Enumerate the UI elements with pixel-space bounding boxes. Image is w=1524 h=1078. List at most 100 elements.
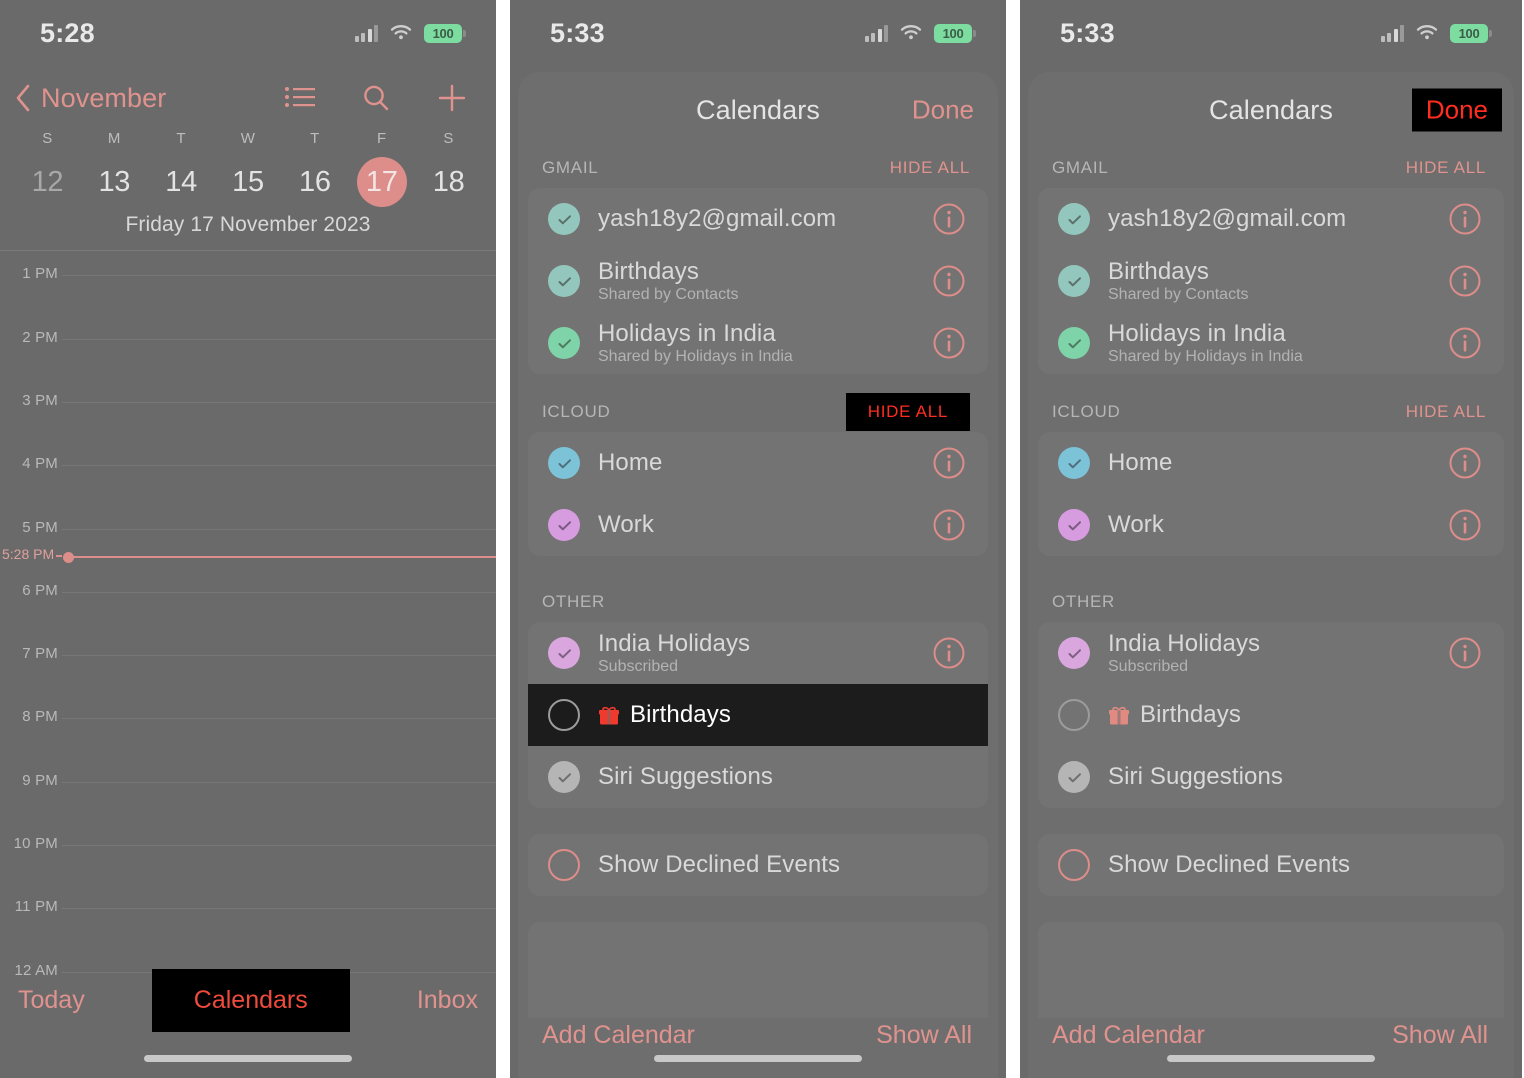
hour-gridline bbox=[62, 782, 496, 783]
hide-all-button[interactable]: HIDE ALL bbox=[845, 393, 970, 431]
show-all-button[interactable]: Show All bbox=[876, 1021, 972, 1050]
date-cell[interactable]: 14 bbox=[148, 157, 215, 207]
checkbox-checked-icon[interactable] bbox=[1058, 327, 1090, 359]
list-item[interactable]: India Holidays Subscribed bbox=[528, 622, 988, 684]
info-icon[interactable] bbox=[932, 326, 966, 360]
calendar-name: Birthdays bbox=[630, 701, 731, 728]
info-icon[interactable] bbox=[1448, 264, 1482, 298]
tab-inbox[interactable]: Inbox bbox=[413, 980, 482, 1021]
home-indicator bbox=[1167, 1055, 1375, 1062]
checkbox-checked-icon[interactable] bbox=[1058, 265, 1090, 297]
list-item[interactable]: yash18y2@gmail.com bbox=[1038, 188, 1504, 250]
panel-gap bbox=[1006, 0, 1020, 1078]
checkbox-unchecked-icon[interactable] bbox=[548, 849, 580, 881]
checkbox-unchecked-icon[interactable] bbox=[548, 699, 580, 731]
show-declined-events-row[interactable]: Show Declined Events bbox=[528, 834, 988, 896]
list-item[interactable]: Siri Suggestions bbox=[528, 746, 988, 808]
info-icon[interactable] bbox=[1448, 202, 1482, 236]
section-title: OTHER bbox=[1052, 592, 1115, 611]
checkbox-checked-icon[interactable] bbox=[1058, 447, 1090, 479]
checkbox-checked-icon[interactable] bbox=[548, 637, 580, 669]
info-icon[interactable] bbox=[932, 636, 966, 670]
add-calendar-button[interactable]: Add Calendar bbox=[1052, 1021, 1205, 1050]
info-icon[interactable] bbox=[932, 202, 966, 236]
done-button[interactable]: Done bbox=[1411, 88, 1502, 132]
calendar-name: Holidays in India bbox=[1108, 320, 1286, 347]
date-cell-selected[interactable]: 17 bbox=[348, 157, 415, 207]
checkbox-checked-icon[interactable] bbox=[1058, 203, 1090, 235]
section-header-gmail: GMAIL HIDE ALL bbox=[518, 148, 998, 188]
status-bar-2: 5:33 100 bbox=[510, 0, 1006, 66]
tab-calendars[interactable]: Calendars bbox=[151, 969, 350, 1032]
list-item[interactable]: Siri Suggestions bbox=[1038, 746, 1504, 808]
list-item[interactable]: India Holidays Subscribed bbox=[1038, 622, 1504, 684]
battery-level: 100 bbox=[432, 25, 454, 41]
date-number: 14 bbox=[165, 166, 197, 198]
checkbox-checked-icon[interactable] bbox=[548, 509, 580, 541]
checkbox-checked-icon[interactable] bbox=[548, 447, 580, 479]
hour-label: 8 PM bbox=[22, 708, 58, 725]
date-cell[interactable]: 15 bbox=[215, 157, 282, 207]
info-icon[interactable] bbox=[932, 264, 966, 298]
show-all-button[interactable]: Show All bbox=[1392, 1021, 1488, 1050]
day-timeline[interactable]: 1 PM 2 PM 3 PM 4 PM 5 PM 5:28 PM 6 PM 7 … bbox=[0, 251, 496, 979]
date-cell[interactable]: 12 bbox=[14, 157, 81, 207]
show-declined-events-row[interactable]: Show Declined Events bbox=[1038, 834, 1504, 896]
checkbox-checked-icon[interactable] bbox=[1058, 761, 1090, 793]
calendars-sheet: Calendars Done GMAIL HIDE ALL yash18y2@g… bbox=[1028, 72, 1514, 1078]
list-item[interactable]: Holidays in India Shared by Holidays in I… bbox=[528, 312, 988, 374]
list-item[interactable]: Work bbox=[1038, 494, 1504, 556]
checkbox-unchecked-icon[interactable] bbox=[1058, 699, 1090, 731]
info-icon[interactable] bbox=[932, 446, 966, 480]
checkbox-checked-icon[interactable] bbox=[548, 327, 580, 359]
hide-all-button[interactable]: HIDE ALL bbox=[890, 158, 970, 178]
hour-gridline bbox=[62, 339, 496, 340]
section-header-other: OTHER bbox=[518, 582, 998, 622]
hide-all-button[interactable]: HIDE ALL bbox=[1406, 158, 1486, 178]
cellular-signal-icon bbox=[1380, 24, 1404, 42]
list-item[interactable]: yash18y2@gmail.com bbox=[528, 188, 988, 250]
battery-level: 100 bbox=[1458, 25, 1480, 41]
list-item[interactable]: Work bbox=[528, 494, 988, 556]
info-icon[interactable] bbox=[932, 508, 966, 542]
checkbox-checked-icon[interactable] bbox=[1058, 509, 1090, 541]
checkbox-checked-icon[interactable] bbox=[1058, 637, 1090, 669]
list-item[interactable]: Birthdays Shared by Contacts bbox=[1038, 250, 1504, 312]
plus-icon[interactable] bbox=[434, 80, 470, 116]
info-icon[interactable] bbox=[1448, 326, 1482, 360]
list-view-icon[interactable] bbox=[282, 80, 318, 116]
panel-day-view: 5:28 100 November S M T W T F S 12 13 14… bbox=[0, 0, 496, 1078]
date-cell[interactable]: 18 bbox=[415, 157, 482, 207]
month-label: November bbox=[41, 82, 167, 113]
add-calendar-button[interactable]: Add Calendar bbox=[542, 1021, 695, 1050]
date-cell[interactable]: 13 bbox=[81, 157, 148, 207]
checkbox-checked-icon[interactable] bbox=[548, 203, 580, 235]
list-item[interactable]: Holidays in India Shared by Holidays in I… bbox=[1038, 312, 1504, 374]
calendars-sheet: Calendars Done GMAIL HIDE ALL yash18y2@g… bbox=[518, 72, 998, 1078]
calendar-text: Siri Suggestions bbox=[598, 763, 966, 791]
hour-gridline bbox=[62, 908, 496, 909]
list-item[interactable]: Home bbox=[1038, 432, 1504, 494]
calendar-group-other: India Holidays Subscribed Birthdays Siri … bbox=[1038, 622, 1504, 808]
list-item[interactable]: Birthdays Shared by Contacts bbox=[528, 250, 988, 312]
list-item[interactable]: Home bbox=[528, 432, 988, 494]
weekday-label: F bbox=[376, 130, 387, 147]
date-cell[interactable]: 16 bbox=[281, 157, 348, 207]
tab-today[interactable]: Today bbox=[14, 980, 89, 1021]
done-button[interactable]: Done bbox=[912, 95, 974, 126]
checkbox-checked-icon[interactable] bbox=[548, 265, 580, 297]
calendar-group-gmail: yash18y2@gmail.com Birthdays Shared by Co… bbox=[1038, 188, 1504, 374]
back-to-month-button[interactable]: November bbox=[14, 83, 166, 114]
checkbox-checked-icon[interactable] bbox=[548, 761, 580, 793]
checkbox-unchecked-icon[interactable] bbox=[1058, 849, 1090, 881]
hide-all-button[interactable]: HIDE ALL bbox=[1406, 402, 1486, 422]
info-icon[interactable] bbox=[1448, 508, 1482, 542]
declined-label: Show Declined Events bbox=[1108, 851, 1351, 878]
list-item-birthdays[interactable]: Birthdays bbox=[1038, 684, 1504, 746]
info-icon[interactable] bbox=[1448, 636, 1482, 670]
info-icon[interactable] bbox=[1448, 446, 1482, 480]
calendar-name: Work bbox=[598, 511, 654, 538]
search-icon[interactable] bbox=[358, 80, 394, 116]
calendar-name: Home bbox=[1108, 449, 1173, 476]
list-item-birthdays[interactable]: Birthdays bbox=[528, 684, 988, 746]
